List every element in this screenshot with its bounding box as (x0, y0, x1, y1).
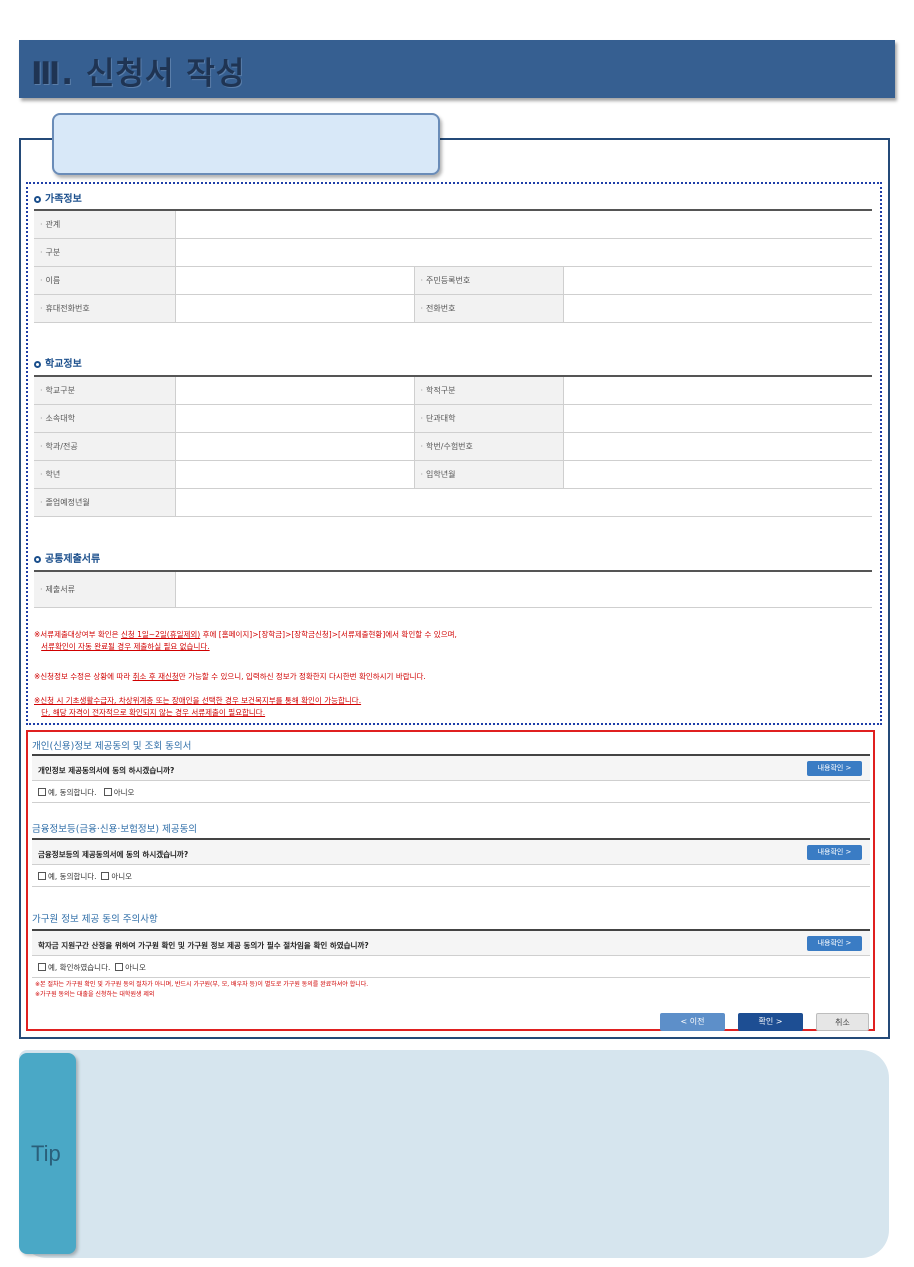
family-table: · 관계 · 구분 · 이름 · 주민등록번호 · 휴대전화번호 · 전화번호 (34, 209, 872, 323)
field-label: · 이름 (34, 266, 175, 295)
category-value (174, 238, 872, 267)
phone-value (562, 294, 872, 323)
family-section-title: 가족정보 (34, 190, 82, 205)
consent3-title: 가구원 정보 제공 동의 주의사항 (32, 914, 158, 925)
field-label: · 단과대학 (413, 404, 563, 433)
confirm-button[interactable]: 확인 > (738, 1013, 803, 1031)
consent1-yes-checkbox[interactable] (38, 788, 46, 796)
docs-table: · 제출서류 (34, 570, 872, 608)
field-label: · 관계 (34, 210, 175, 239)
field-value (174, 571, 872, 608)
page-banner: Ⅲ. 신청서 작성 (19, 40, 895, 98)
field-value (562, 432, 872, 461)
circle-bullet-icon (34, 196, 41, 203)
consent2-yes-checkbox[interactable] (38, 872, 46, 880)
edit-notice: ※신청정보 수정은 상황에 따라 취소 후 재신청만 가능할 수 있으니, 입력… (34, 672, 426, 681)
school-section-title: 학교정보 (34, 355, 82, 370)
relation-value (174, 210, 872, 239)
tip-label: Tip (31, 1141, 61, 1166)
field-value (562, 460, 872, 489)
table-row: · 제출서류 (34, 571, 872, 608)
table-row: · 구분 (34, 238, 872, 267)
field-label: · 학년 (34, 460, 175, 489)
consent3-question: 학자금 지원구간 산정을 위하여 가구원 확인 및 가구원 정보 제공 동의가 … (32, 929, 870, 956)
consent3-yes-checkbox[interactable] (38, 963, 46, 971)
consent1-answer: 예, 동의합니다. 아니오 (32, 781, 870, 803)
consent1-title: 개인(신용)정보 제공동의 및 조회 동의서 (32, 741, 192, 752)
field-label: · 휴대전화번호 (34, 294, 175, 323)
screen-tab (52, 113, 440, 175)
field-label: · 입학년월 (413, 460, 563, 489)
consent2-detail-button[interactable]: 내용확인 > (807, 845, 862, 860)
consent1-detail-button[interactable]: 내용확인 > (807, 761, 862, 776)
field-label: · 학교구분 (34, 376, 175, 405)
consent3-answer: 예, 확인하였습니다. 아니오 (32, 956, 870, 978)
consent2-title: 금융정보등(금융·신용·보험정보) 제공동의 (32, 824, 198, 835)
table-row: · 이름 · 주민등록번호 (34, 266, 872, 295)
field-value (174, 460, 414, 489)
field-value (174, 376, 414, 405)
field-value (174, 404, 414, 433)
field-label: · 졸업예정년월 (34, 488, 175, 517)
table-row: · 학년 · 입학년월 (34, 460, 872, 489)
circle-bullet-icon (34, 556, 41, 563)
field-label: · 학과/전공 (34, 432, 175, 461)
docs-section-title: 공통제출서류 (34, 550, 100, 565)
name-value (174, 266, 414, 295)
page-title: Ⅲ. 신청서 작성 (31, 56, 246, 92)
school-table: · 학교구분 · 학적구분 · 소속대학 · 단과대학 · 학과/전공 · 학번/수험번호 · 학년… (34, 375, 872, 517)
consent2-question: 금융정보등의 제공동의서에 동의 하시겠습니까? 내용확인 > (32, 838, 870, 865)
field-value (174, 488, 872, 517)
consent2-answer: 예, 동의합니다. 아니오 (32, 865, 870, 887)
field-label: · 제출서류 (34, 571, 175, 608)
qualification-notice: ※신청 시 기초생활수급자, 차상위계층 또는 장애인을 선택한 경우 보건복지… (34, 696, 362, 717)
consent1-question: 개인정보 제공동의서에 동의 하시겠습니까? 내용확인 > (32, 754, 870, 781)
tip-panel (19, 1050, 889, 1258)
field-label: · 구분 (34, 238, 175, 267)
circle-bullet-icon (34, 361, 41, 368)
field-label: · 학번/수험번호 (413, 432, 563, 461)
field-label: · 주민등록번호 (413, 266, 563, 295)
field-value (174, 432, 414, 461)
consent3-no-checkbox[interactable] (115, 963, 124, 971)
field-value (562, 404, 872, 433)
table-row: · 졸업예정년월 (34, 488, 872, 517)
field-label: · 소속대학 (34, 404, 175, 433)
cancel-button[interactable]: 취소 (816, 1013, 869, 1031)
table-row: · 학과/전공 · 학번/수험번호 (34, 432, 872, 461)
table-row: · 휴대전화번호 · 전화번호 (34, 294, 872, 323)
table-row: · 학교구분 · 학적구분 (34, 376, 872, 405)
resident-number-value (562, 266, 872, 295)
field-value (562, 376, 872, 405)
field-label: · 학적구분 (413, 376, 563, 405)
prev-button[interactable]: < 이전 (660, 1013, 725, 1031)
table-row: · 관계 (34, 210, 872, 239)
consent3-detail-button[interactable]: 내용확인 > (807, 936, 862, 951)
doc-notice: ※서류제출대상여부 확인은 신청 1일~2일(휴일제외) 후에 [홈페이지]>[… (34, 630, 457, 651)
consent2-no-checkbox[interactable] (101, 872, 110, 880)
mobile-value (174, 294, 414, 323)
field-label: · 전화번호 (413, 294, 563, 323)
household-notice: ※본 절차는 가구원 확인 및 가구원 동의 절차가 아니며, 반드시 가구원(… (35, 981, 369, 998)
consent1-no-checkbox[interactable] (103, 788, 112, 796)
table-row: · 소속대학 · 단과대학 (34, 404, 872, 433)
